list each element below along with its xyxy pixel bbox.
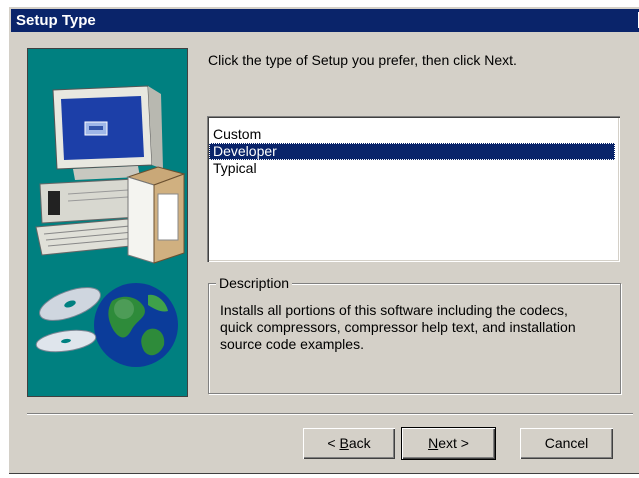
computer-and-globe-illustration — [35, 85, 186, 367]
next-button[interactable]: Next > — [401, 427, 496, 460]
next-label-accel: N — [428, 435, 439, 451]
back-button[interactable]: < Back — [303, 428, 395, 459]
back-label-accel: B — [339, 435, 349, 451]
setup-illustration — [27, 48, 188, 397]
setup-type-listbox[interactable]: Custom Developer Typical — [207, 116, 620, 262]
list-item-typical[interactable]: Typical — [209, 160, 615, 177]
back-label-rest: ack — [348, 435, 371, 451]
description-group: Description Installs all portions of thi… — [208, 275, 621, 394]
description-legend: Description — [216, 275, 293, 291]
instruction-text: Click the type of Setup you prefer, then… — [208, 52, 517, 68]
button-separator — [27, 413, 633, 415]
window-title: Setup Type — [16, 12, 96, 29]
title-bar: Setup Type × — [11, 9, 639, 32]
list-item-custom[interactable]: Custom — [209, 126, 615, 143]
next-label-rest: ext > — [438, 435, 469, 451]
description-text: Installs all portions of this software i… — [220, 302, 576, 352]
cancel-button[interactable]: Cancel — [520, 428, 613, 459]
back-label-prefix: < — [327, 435, 340, 451]
list-item-developer[interactable]: Developer — [209, 143, 615, 160]
